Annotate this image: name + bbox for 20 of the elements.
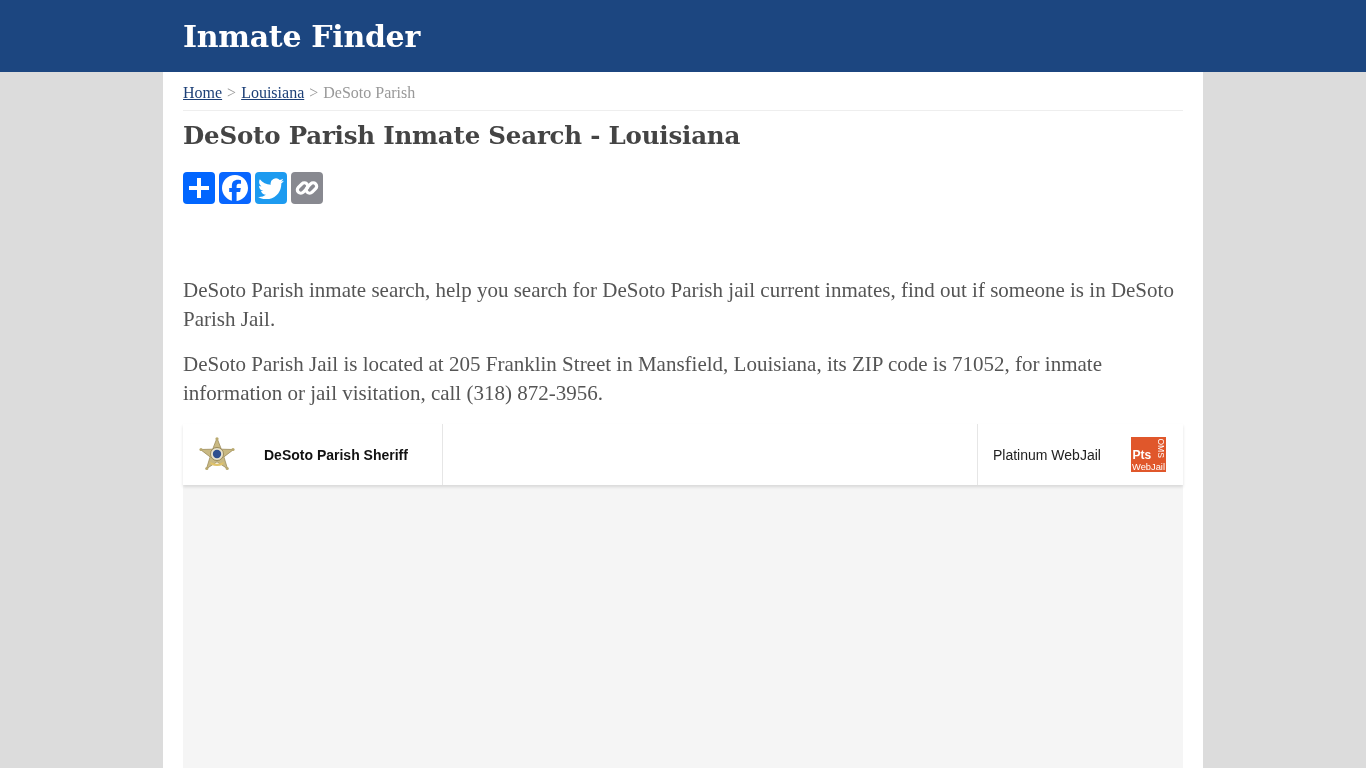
breadcrumb-separator: > xyxy=(227,84,237,102)
breadcrumb-current: DeSoto Parish xyxy=(323,84,416,102)
facebook-f-icon xyxy=(222,175,248,201)
bird-icon xyxy=(258,177,284,199)
agency-name: DeSoto Parish Sheriff xyxy=(264,446,408,463)
plus-icon xyxy=(189,178,209,198)
paragraph: DeSoto Parish Jail is located at 205 Franklin Street in Mansfield, Louisiana, its ZIP code is 71052, for inmate information or jail visitation, call (318) 872-3956. xyxy=(183,351,1103,407)
site-title[interactable]: Inmate Finder xyxy=(183,18,420,54)
twitter-button[interactable] xyxy=(255,172,287,204)
share-button[interactable] xyxy=(183,172,215,204)
product-name: Platinum WebJail xyxy=(993,446,1101,463)
breadcrumb-separator: > xyxy=(309,84,319,102)
page-title: DeSoto Parish Inmate Search - Louisiana xyxy=(183,121,742,151)
facebook-button[interactable] xyxy=(219,172,251,204)
sheriff-star-badge-icon xyxy=(199,436,235,473)
breadcrumb-link[interactable]: Home xyxy=(183,84,223,102)
copy-link-button[interactable] xyxy=(291,172,323,204)
breadcrumb-link[interactable]: Louisiana xyxy=(241,84,305,102)
webjail-logo: Pts WebJail OMS xyxy=(1130,437,1166,472)
paragraph: DeSoto Parish inmate search, help you search for DeSoto Parish jail current inmates, find out if someone is in DeSoto Parish Jail. xyxy=(183,277,1175,333)
